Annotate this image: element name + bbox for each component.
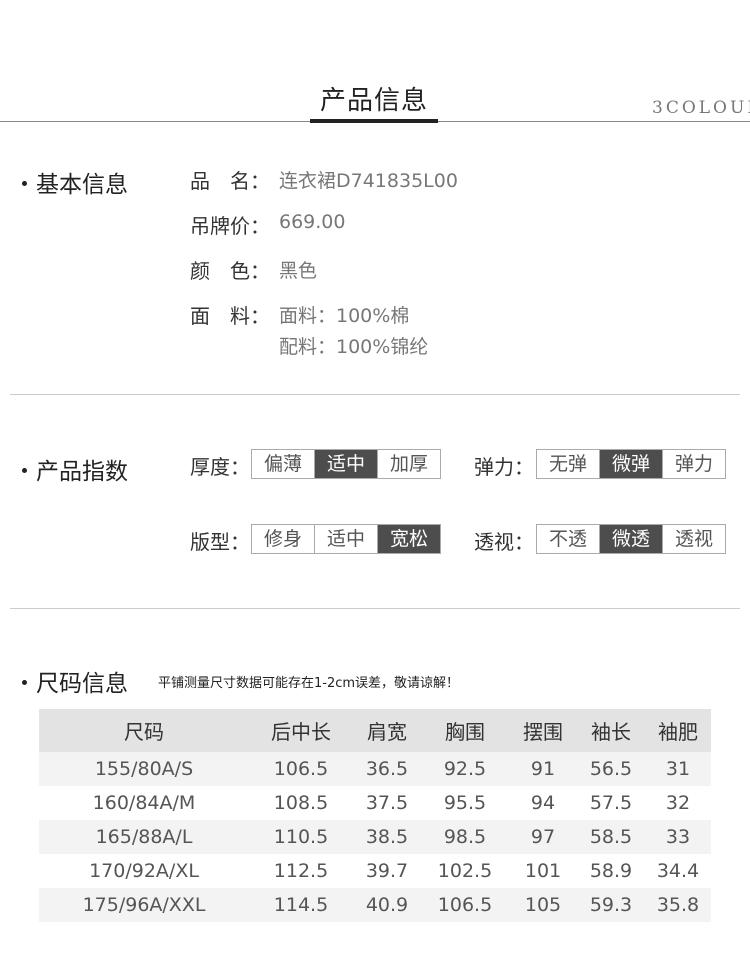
table-row: 155/80A/S 106.5 36.5 92.5 91 56.5 31 xyxy=(39,752,711,786)
table-cell: 56.5 xyxy=(589,758,633,780)
table-cell: 114.5 xyxy=(273,894,329,916)
table-row: 170/92A/XL 112.5 39.7 102.5 101 58.9 34.… xyxy=(39,854,711,888)
table-cell: 35.8 xyxy=(656,894,700,916)
table-cell: 39.7 xyxy=(365,860,409,882)
color-label: 颜 色： xyxy=(190,259,270,283)
table-cell: 112.5 xyxy=(273,860,329,882)
header-cell: 尺码 xyxy=(124,720,164,744)
elasticity-scale: 无弹 微弹 弹力 xyxy=(536,449,726,479)
scale-option: 不透 xyxy=(548,528,587,550)
table-cell: 97 xyxy=(530,826,556,848)
table-cell: 92.5 xyxy=(443,758,487,780)
scale-option: 透视 xyxy=(662,525,725,553)
name-label: 品 名： xyxy=(190,169,270,193)
table-cell: 57.5 xyxy=(589,792,633,814)
bullet-icon xyxy=(22,468,27,473)
fit-label: 版型： xyxy=(190,530,250,554)
scale-option-selected: 适中 xyxy=(314,450,377,478)
table-cell: 108.5 xyxy=(273,792,329,814)
fabric-main-value: 面料：100%棉 xyxy=(279,305,410,327)
scale-option: 无弹 xyxy=(548,453,587,475)
scale-option: 加厚 xyxy=(377,450,440,478)
section-title: 产品指数 xyxy=(36,459,128,485)
color-value: 黑色 xyxy=(279,260,318,282)
thickness-label: 厚度： xyxy=(190,455,250,479)
header-cell: 肩宽 xyxy=(367,720,407,744)
scale-option: 偏薄 xyxy=(263,453,302,475)
table-cell: 102.5 xyxy=(437,860,493,882)
transparency-scale: 不透 微透 透视 xyxy=(536,524,726,554)
section-divider xyxy=(10,608,740,609)
header-cell: 袖肥 xyxy=(658,720,698,744)
table-cell: 40.9 xyxy=(365,894,409,916)
fabric-lining-value: 配料：100%锦纶 xyxy=(279,336,429,358)
table-cell: 165/88A/L xyxy=(95,826,193,848)
table-cell: 106.5 xyxy=(437,894,493,916)
table-cell: 170/92A/XL xyxy=(89,860,199,882)
measurement-note: 平铺测量尺寸数据可能存在1-2cm误差，敬请谅解！ xyxy=(158,676,460,691)
section-title: 尺码信息 xyxy=(36,671,128,697)
table-cell: 58.9 xyxy=(589,860,633,882)
size-table: 尺码 后中长 肩宽 胸围 摆围 袖长 袖肥 155/80A/S 106.5 36… xyxy=(39,709,711,922)
table-cell: 106.5 xyxy=(273,758,329,780)
elasticity-label: 弹力： xyxy=(474,455,534,479)
table-cell: 105 xyxy=(524,894,562,916)
table-cell: 59.3 xyxy=(589,894,633,916)
section-product-index: 产品指数 xyxy=(22,452,128,486)
fit-scale: 修身 适中 宽松 xyxy=(251,524,441,554)
table-cell: 95.5 xyxy=(443,792,487,814)
table-cell: 98.5 xyxy=(443,826,487,848)
section-basic-info: 基本信息 xyxy=(22,165,128,199)
scale-option-selected: 微透 xyxy=(599,525,662,553)
table-cell: 38.5 xyxy=(365,826,409,848)
price-value: 669.00 xyxy=(279,211,346,233)
table-header: 尺码 后中长 肩宽 胸围 摆围 袖长 袖肥 xyxy=(39,709,711,752)
table-cell: 34.4 xyxy=(656,860,700,882)
section-title: 基本信息 xyxy=(36,172,128,198)
name-value: 连衣裙D741835L00 xyxy=(279,170,458,192)
table-cell: 101 xyxy=(524,860,562,882)
table-cell: 58.5 xyxy=(589,826,633,848)
fabric-label: 面 料： xyxy=(190,304,270,328)
header-cell: 胸围 xyxy=(445,720,485,744)
bullet-icon xyxy=(22,680,27,685)
page-title: 产品信息 xyxy=(319,86,428,116)
table-cell: 33 xyxy=(665,826,691,848)
scale-option: 适中 xyxy=(314,525,377,553)
table-cell: 160/84A/M xyxy=(92,792,196,814)
table-cell: 155/80A/S xyxy=(94,758,194,780)
table-cell: 94 xyxy=(530,792,556,814)
table-row: 160/84A/M 108.5 37.5 95.5 94 57.5 32 xyxy=(39,786,711,820)
table-cell: 36.5 xyxy=(365,758,409,780)
table-cell: 91 xyxy=(530,758,556,780)
bullet-icon xyxy=(22,181,27,186)
transparency-label: 透视： xyxy=(474,530,534,554)
thickness-scale: 偏薄 适中 加厚 xyxy=(251,449,441,479)
header-cell: 后中长 xyxy=(271,720,331,744)
scale-option-selected: 宽松 xyxy=(377,525,440,553)
scale-option: 修身 xyxy=(263,528,302,550)
header-cell: 袖长 xyxy=(591,720,631,744)
title-underline xyxy=(310,119,438,123)
table-row: 165/88A/L 110.5 38.5 98.5 97 58.5 33 xyxy=(39,820,711,854)
scale-option-selected: 微弹 xyxy=(599,450,662,478)
table-cell: 110.5 xyxy=(273,826,329,848)
price-label: 吊牌价： xyxy=(190,214,270,238)
section-divider xyxy=(10,394,740,395)
brand-logo: 3COLOUR xyxy=(652,98,750,118)
table-cell: 32 xyxy=(665,792,691,814)
section-size-info: 尺码信息 xyxy=(22,664,128,698)
table-cell: 37.5 xyxy=(365,792,409,814)
table-cell: 31 xyxy=(665,758,691,780)
scale-option: 弹力 xyxy=(662,450,725,478)
header-cell: 摆围 xyxy=(523,720,563,744)
table-cell: 175/96A/XXL xyxy=(82,894,206,916)
table-row: 175/96A/XXL 114.5 40.9 106.5 105 59.3 35… xyxy=(39,888,711,922)
